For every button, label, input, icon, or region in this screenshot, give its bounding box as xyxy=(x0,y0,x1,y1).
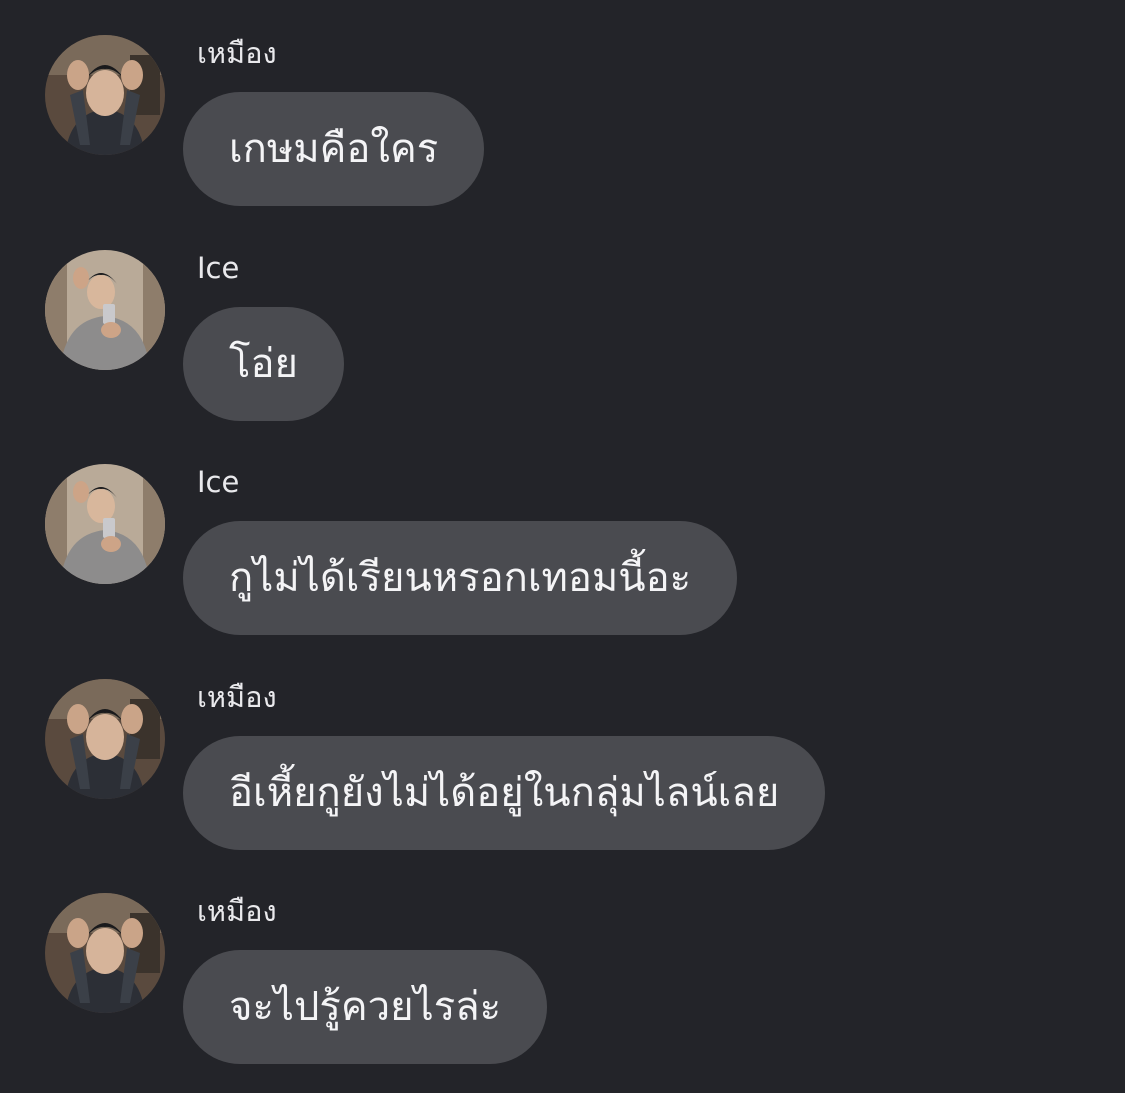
avatar[interactable] xyxy=(45,35,165,155)
message-bubble[interactable]: เกษมคือใคร xyxy=(183,92,485,206)
message-bubble[interactable]: โอ่ย xyxy=(183,307,344,421)
sender-name: Ice xyxy=(197,465,240,499)
sender-name: เหมือง xyxy=(197,680,277,714)
sender-name: เหมือง xyxy=(197,36,277,70)
avatar[interactable] xyxy=(45,250,165,370)
sender-name: เหมือง xyxy=(197,894,277,928)
avatar-photo-icon xyxy=(45,679,165,799)
chat-message: เหมือง เกษมคือใคร xyxy=(0,35,1125,235)
message-bubble[interactable]: อีเหี้ยกูยังไม่ได้อยู่ในกลุ่มไลน์เลย xyxy=(183,736,826,850)
sender-name: Ice xyxy=(197,251,240,285)
avatar-photo-icon xyxy=(45,893,165,1013)
chat-thread: เหมือง เกษมคือใคร Ice โอ่ย Ice กูไม่ได้เ… xyxy=(0,0,1125,1090)
message-bubble[interactable]: กูไม่ได้เรียนหรอกเทอมนี้อะ xyxy=(183,521,738,635)
chat-message: Ice กูไม่ได้เรียนหรอกเทอมนี้อะ xyxy=(0,464,1125,664)
chat-message: Ice โอ่ย xyxy=(0,250,1125,450)
avatar-photo-icon xyxy=(45,464,165,584)
avatar-photo-icon xyxy=(45,250,165,370)
avatar[interactable] xyxy=(45,464,165,584)
avatar[interactable] xyxy=(45,679,165,799)
chat-message: เหมือง จะไปรู้ควยไรล่ะ xyxy=(0,893,1125,1093)
avatar[interactable] xyxy=(45,893,165,1013)
chat-message: เหมือง อีเหี้ยกูยังไม่ได้อยู่ในกลุ่มไลน์… xyxy=(0,679,1125,879)
message-bubble[interactable]: จะไปรู้ควยไรล่ะ xyxy=(183,950,548,1064)
avatar-photo-icon xyxy=(45,35,165,155)
